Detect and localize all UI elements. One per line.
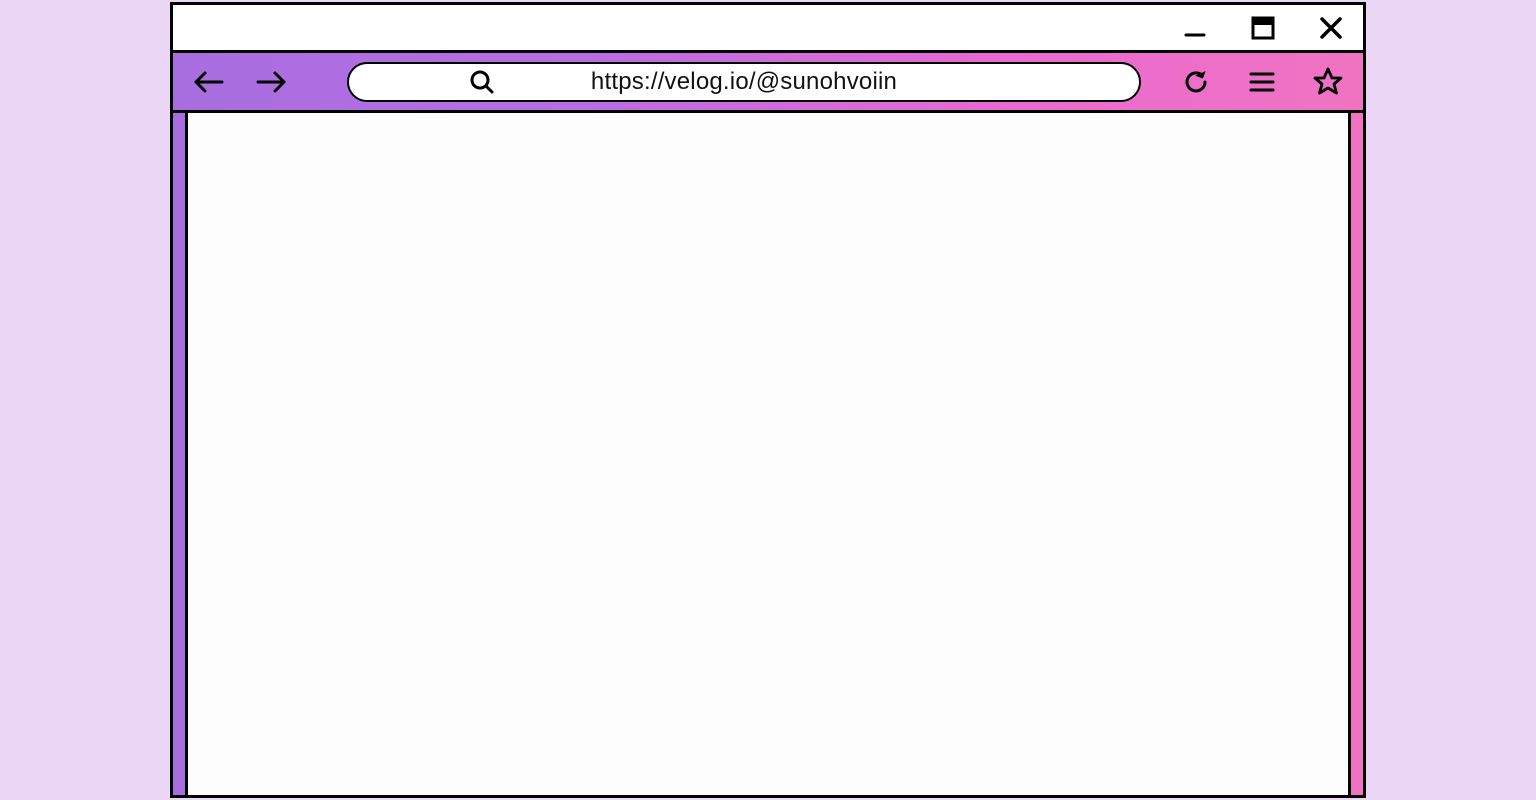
forward-button[interactable] bbox=[255, 66, 287, 98]
search-icon bbox=[469, 69, 495, 95]
arrow-right-icon bbox=[254, 70, 288, 94]
minimize-button[interactable] bbox=[1181, 14, 1209, 42]
page-content bbox=[185, 113, 1351, 795]
toolbar-right-icons bbox=[1181, 67, 1343, 97]
minimize-icon bbox=[1183, 16, 1207, 40]
address-bar[interactable]: https://velog.io/@sunohvoiin bbox=[347, 62, 1141, 102]
back-button[interactable] bbox=[193, 66, 225, 98]
browser-toolbar: https://velog.io/@sunohvoiin bbox=[173, 53, 1363, 113]
bookmark-button[interactable] bbox=[1313, 67, 1343, 97]
star-icon bbox=[1313, 67, 1343, 97]
content-frame bbox=[173, 113, 1363, 795]
nav-arrows bbox=[193, 66, 287, 98]
reload-icon bbox=[1182, 68, 1210, 96]
reload-button[interactable] bbox=[1181, 67, 1211, 97]
maximize-button[interactable] bbox=[1249, 14, 1277, 42]
maximize-icon bbox=[1250, 15, 1276, 41]
arrow-left-icon bbox=[192, 70, 226, 94]
menu-button[interactable] bbox=[1247, 67, 1277, 97]
title-bar bbox=[173, 5, 1363, 53]
close-button[interactable] bbox=[1317, 14, 1345, 42]
hamburger-icon bbox=[1248, 70, 1276, 94]
close-icon bbox=[1318, 15, 1344, 41]
browser-window: https://velog.io/@sunohvoiin bbox=[170, 2, 1366, 798]
